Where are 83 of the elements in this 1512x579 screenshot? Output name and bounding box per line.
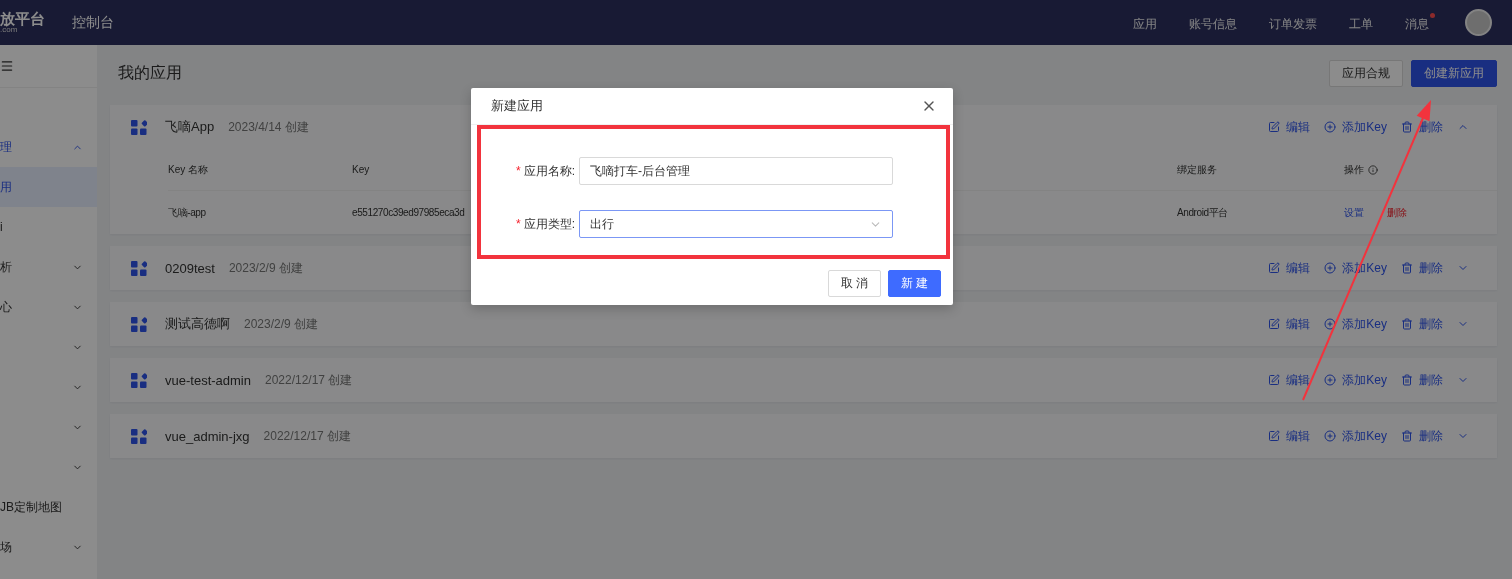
input-field[interactable]: 飞嘀打车-后台管理 (579, 157, 893, 185)
logo-text: 放平台 (0, 11, 46, 26)
sidebar-item[interactable]: 理 (0, 127, 97, 167)
action-link[interactable]: 删除 (1401, 371, 1443, 389)
dialog-title: 新建应用 (491, 97, 543, 115)
row-action-link[interactable]: 删除 (1387, 205, 1407, 220)
action-link[interactable]: 编辑 (1268, 315, 1311, 333)
info-icon (1368, 164, 1378, 175)
action-link[interactable]: 删除 (1401, 118, 1443, 136)
nav-link[interactable]: 订单发票 (1269, 10, 1323, 35)
app-date: 2022/12/17 创建 (265, 371, 353, 389)
compliance-button[interactable]: 应用合规 (1329, 59, 1403, 87)
sidebar-item[interactable]: 析 (0, 247, 97, 287)
edit-icon (1268, 374, 1281, 386)
column-header: 绑定服务 (1177, 162, 1217, 177)
action-link[interactable]: 添加Key (1324, 315, 1387, 333)
table-cell: Android平台 (1177, 205, 1228, 220)
action-link[interactable]: 编辑 (1268, 259, 1311, 277)
edit-icon (1268, 262, 1281, 274)
sidebar-item[interactable]: 心 (0, 287, 97, 327)
column-header: Key 名称 (168, 162, 208, 177)
trash-icon (1401, 262, 1413, 274)
app-date: 2022/12/17 创建 (263, 427, 351, 445)
select-field[interactable]: 出行 (579, 210, 893, 238)
plus-circle-icon (1324, 121, 1337, 133)
app-grid-icon (131, 428, 147, 444)
action-link[interactable]: 编辑 (1268, 371, 1311, 389)
table-cell: e551270c39ed97985eca3d (352, 207, 465, 218)
app-date: 2023/4/14 创建 (228, 118, 309, 136)
logo-subtext: .com (0, 26, 18, 34)
action-link[interactable]: 添加Key (1324, 427, 1387, 445)
app-name: 0209test (165, 260, 215, 276)
field-label: 应用类型: (523, 216, 575, 231)
table-cell: 飞嘀-app (168, 205, 206, 220)
trash-icon (1401, 318, 1413, 330)
create-button[interactable]: 创建新应用 (1411, 59, 1497, 87)
action-link[interactable]: 编辑 (1268, 118, 1311, 136)
app-name: vue_admin-jxg (165, 428, 250, 444)
row-action-link[interactable]: 设置 (1344, 205, 1364, 220)
trash-icon (1401, 121, 1413, 133)
action-link[interactable]: 添加Key (1324, 118, 1387, 136)
app-name: 测试高德啊 (165, 315, 230, 333)
sidebar-item[interactable]: 场 (0, 527, 97, 567)
edit-icon (1268, 121, 1281, 133)
required-mark: * (516, 216, 521, 231)
confirm-button[interactable]: 新 建 (888, 270, 941, 297)
edit-icon (1268, 318, 1281, 330)
column-header: 操作 (1344, 162, 1364, 177)
edit-icon (1268, 430, 1281, 442)
plus-circle-icon (1324, 374, 1337, 386)
nav-link[interactable]: 工单 (1349, 10, 1379, 35)
field-label: 应用名称: (523, 163, 575, 178)
nav-link[interactable]: 应用 (1133, 10, 1163, 35)
trash-icon (1401, 430, 1413, 442)
menu-icon[interactable] (0, 59, 14, 73)
sidebar-item[interactable]: JB定制地图 (0, 487, 97, 527)
nav-link[interactable]: 消息 (1405, 10, 1435, 35)
app-grid-icon (131, 260, 147, 276)
page-title: 我的应用 (118, 62, 182, 83)
action-link[interactable]: 编辑 (1268, 427, 1311, 445)
action-link[interactable]: 删除 (1401, 427, 1443, 445)
column-header: Key (352, 164, 370, 175)
trash-icon (1401, 374, 1413, 386)
app-grid-icon (131, 119, 147, 135)
app-date: 2023/2/9 创建 (228, 259, 303, 277)
action-link[interactable]: 删除 (1401, 315, 1443, 333)
cancel-button[interactable]: 取 消 (828, 270, 881, 297)
app-date: 2023/2/9 创建 (244, 315, 319, 333)
plus-circle-icon (1324, 430, 1337, 442)
app-name: vue-test-admin (165, 372, 251, 388)
app-grid-icon (131, 372, 147, 388)
avatar[interactable] (1465, 9, 1492, 36)
console-title: 控制台 (72, 13, 114, 32)
plus-circle-icon (1324, 262, 1337, 274)
sidebar-item[interactable]: i (0, 207, 97, 247)
app-name: 飞嘀App (165, 118, 215, 136)
sidebar-item[interactable]: 用 (0, 167, 97, 207)
required-mark: * (516, 163, 521, 178)
app-grid-icon (131, 316, 147, 332)
plus-circle-icon (1324, 318, 1337, 330)
nav-link[interactable]: 账号信息 (1189, 10, 1243, 35)
action-link[interactable]: 添加Key (1324, 371, 1387, 389)
action-link[interactable]: 删除 (1401, 259, 1443, 277)
